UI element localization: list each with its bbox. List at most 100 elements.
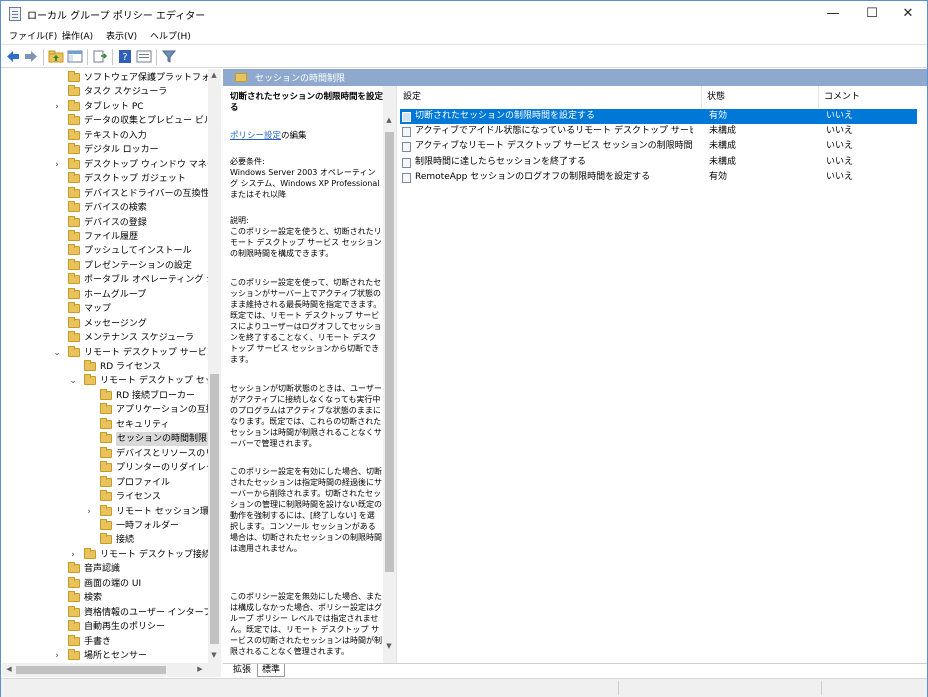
collapse-chevron-icon[interactable]: ⌄ [52, 346, 62, 360]
tree-item[interactable]: › タブレット PC [2, 99, 207, 114]
tree-item[interactable]: ホームグループ [2, 287, 207, 302]
tree-item[interactable]: デジタル ロッカー [2, 143, 207, 157]
description-pane: 切断されたセッションの制限時間を設定する ポリシー設定の編集 必要条件: Win… [223, 86, 397, 663]
folder-icon [68, 229, 80, 241]
tree-item[interactable]: › リモート デスクトップ接続のクライアント [2, 547, 220, 562]
forward-icon[interactable] [23, 49, 39, 64]
description-scroll-thumb[interactable] [385, 132, 394, 572]
app-icon [9, 7, 21, 21]
tree-item[interactable]: タスク スケジューラ [2, 85, 207, 99]
tree-item[interactable]: メッセージング [2, 316, 207, 331]
setting-row[interactable]: 制限時間に達したらセッションを終了する 未構成 いいえ [400, 155, 917, 170]
tree-item[interactable]: テキストの入力 [2, 128, 207, 143]
scroll-left-icon[interactable]: ◀ [3, 665, 15, 673]
tree-item[interactable]: プッシュしてインストール [2, 244, 207, 258]
tree-item[interactable]: デバイスの登録 [2, 215, 207, 230]
setting-row[interactable]: アクティブでアイドル状態になっているリモート デスクトップ サービス セッション… [400, 124, 917, 139]
folder-icon [235, 73, 247, 82]
tree-item[interactable]: デバイスとリソースのリダイレクト [2, 446, 220, 461]
tree-item[interactable]: ポータブル オペレーティング システム [2, 273, 220, 287]
menu-action[interactable]: 操作(A) [62, 29, 93, 42]
show-hide-tree-icon[interactable] [67, 49, 83, 64]
expand-chevron-icon[interactable]: › [84, 505, 94, 519]
tree-item[interactable]: ファイル履歴 [2, 229, 207, 244]
tree-item[interactable]: デスクトップ ガジェット [2, 172, 207, 186]
setting-row[interactable]: 切断されたセッションの制限時間を設定する 有効 いいえ [400, 109, 917, 124]
tree-item[interactable]: ソフトウェア保護プラットフォーム [2, 71, 220, 85]
expand-chevron-icon[interactable]: › [68, 548, 78, 562]
tree-item[interactable]: ⌄ リモート デスクトップ サービス [2, 345, 216, 360]
tree-item[interactable]: RD 接続ブローカー [2, 388, 207, 403]
minimize-button[interactable]: — [814, 1, 852, 27]
maximize-button[interactable]: ☐ [853, 1, 891, 27]
expand-chevron-icon[interactable]: › [52, 649, 62, 663]
column-header-state[interactable]: 状態 [702, 86, 819, 108]
tree-item-label: リモート セッション環境 [116, 506, 218, 517]
status-divider [618, 681, 619, 695]
description-paragraph-1: 説明: このポリシー設定を使うと、切断されたリモート デスクトップ サービス セ… [230, 216, 382, 258]
expand-chevron-icon[interactable]: › [52, 100, 62, 114]
tree-item[interactable]: RD ライセンス [2, 360, 207, 374]
tree-item[interactable]: メンテナンス スケジューラ [2, 331, 207, 345]
scroll-up-icon[interactable]: ▲ [208, 71, 220, 79]
tree-item-label: ソフトウェア保護プラットフォーム [84, 73, 221, 83]
setting-name: 切断されたセッションの制限時間を設定する [415, 111, 596, 121]
scroll-down-icon[interactable]: ▼ [383, 642, 395, 650]
tree-item-label: デバイスの登録 [84, 217, 147, 228]
tab-standard[interactable]: 標準 [257, 664, 286, 677]
column-header-setting[interactable]: 設定 [398, 86, 702, 108]
folder-icon [100, 417, 112, 429]
tree-item[interactable]: 接続 [2, 533, 207, 547]
tree-item[interactable]: デバイスとドライバーの互換性 [2, 186, 210, 201]
scroll-up-icon[interactable]: ▲ [383, 116, 395, 124]
tree-item[interactable]: ⌄ リモート デスクトップ セッション ホスト [2, 374, 220, 388]
tree-item[interactable]: › リモート セッション環境 [2, 504, 218, 519]
tree-item[interactable]: データの収集とプレビュー ビルド [2, 114, 220, 128]
tree-item[interactable]: ライセンス [2, 490, 207, 504]
tree-item[interactable]: デバイスの検索 [2, 201, 207, 215]
export-list-icon[interactable] [92, 49, 108, 64]
tree-item-label: 資格情報のユーザー インターフェイス [84, 607, 220, 618]
tree-item[interactable]: アプリケーションの互換性 [2, 403, 220, 417]
tab-extended[interactable]: 拡張 [229, 664, 255, 677]
scroll-down-icon[interactable]: ▼ [208, 651, 220, 659]
tree-item[interactable]: › 場所とセンサー [2, 649, 207, 663]
tree-item[interactable]: マップ [2, 302, 207, 316]
tree-item[interactable]: セッションの時間制限 [2, 432, 209, 447]
menu-view[interactable]: 表示(V) [106, 29, 137, 42]
help-icon[interactable]: ? [117, 49, 133, 64]
tree-vertical-scrollbar[interactable]: ▲ ▼ [208, 69, 221, 663]
tree-hscroll-thumb[interactable] [16, 666, 166, 674]
collapse-chevron-icon[interactable]: ⌄ [68, 374, 78, 388]
tree-item[interactable]: プレゼンテーションの設定 [2, 258, 207, 273]
tree-item[interactable]: 一時フォルダー [2, 518, 207, 533]
properties-icon[interactable] [136, 49, 152, 64]
tree-item[interactable]: 資格情報のユーザー インターフェイス [2, 605, 220, 620]
scroll-right-icon[interactable]: ▶ [194, 665, 206, 673]
menu-help[interactable]: ヘルプ(H) [150, 29, 191, 42]
column-header-comment[interactable]: コメント [819, 86, 927, 108]
folder-icon [68, 302, 80, 314]
menu-file[interactable]: ファイル(F) [9, 29, 57, 42]
tree-item[interactable]: 検索 [2, 591, 207, 605]
tree-scroll-thumb[interactable] [210, 374, 219, 644]
filter-icon[interactable] [161, 49, 177, 64]
description-scrollbar[interactable]: ▲ ▼ [383, 86, 396, 663]
setting-row[interactable]: アクティブなリモート デスクトップ サービス セッションの制限時間を設定する 未構… [400, 139, 917, 154]
tree-item[interactable]: セキュリティ [2, 417, 207, 432]
tree-item[interactable]: 画面の端の UI [2, 576, 207, 591]
setting-row[interactable]: RemoteApp セッションのログオフの制限時間を設定する 有効 いいえ [400, 170, 917, 185]
tree-item[interactable]: プリンターのリダイレクト [2, 461, 220, 475]
expand-chevron-icon[interactable]: › [52, 158, 62, 172]
tree-item[interactable]: プロファイル [2, 475, 207, 490]
tree-item[interactable]: 自動再生のポリシー [2, 620, 207, 634]
edit-policy-link[interactable]: ポリシー設定 [230, 131, 281, 141]
back-icon[interactable] [5, 49, 21, 64]
tree-item[interactable]: 手書き [2, 634, 207, 649]
tree-horizontal-scrollbar[interactable]: ◀ ▶ [2, 663, 221, 677]
close-button[interactable]: ✕ [889, 1, 927, 27]
folder-up-icon[interactable] [48, 49, 64, 64]
tree-item[interactable]: › デスクトップ ウィンドウ マネージャー [2, 157, 220, 172]
tree-item[interactable]: 音声認識 [2, 562, 207, 576]
tree-item-label: タスク スケジューラ [84, 87, 168, 98]
